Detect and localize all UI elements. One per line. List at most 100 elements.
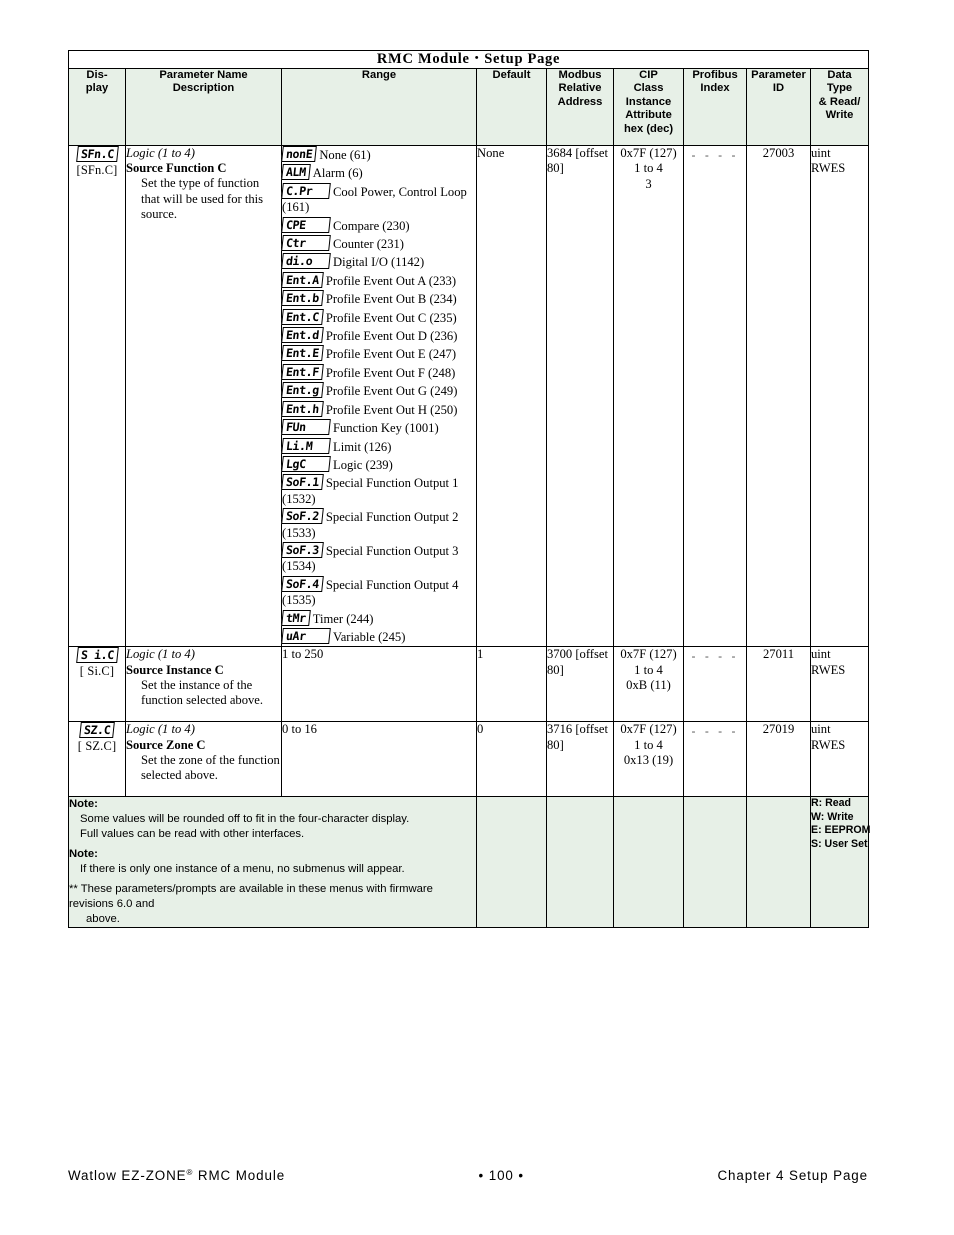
range-option-label: Function Key (1001) bbox=[333, 421, 439, 436]
title-separator-bullet-icon: • bbox=[474, 52, 480, 64]
header-line: Default bbox=[492, 69, 531, 81]
profibus-index: - - - - bbox=[691, 724, 739, 739]
seven-segment-display-icon: di.o bbox=[281, 253, 331, 270]
legend-read: R: Read bbox=[811, 797, 852, 810]
seven-segment-display-icon: C.Pr bbox=[281, 182, 331, 199]
page-title: RMC Module • Setup Page bbox=[67, 50, 870, 69]
cell-modbus: 3700 [offset 80] bbox=[546, 646, 614, 723]
seven-segment-display-icon: Ent.g bbox=[281, 382, 324, 399]
header-line: & Read/ bbox=[818, 95, 861, 108]
notes-spacer-cip bbox=[613, 796, 684, 929]
datatype-readwrite: RWES bbox=[811, 161, 846, 176]
datatype-type: uint bbox=[811, 146, 831, 160]
footnote-text: ** These parameters/prompts are availabl… bbox=[69, 883, 433, 911]
seven-segment-display-icon: Ent.h bbox=[281, 400, 324, 417]
cell-parameter-id: 27019 bbox=[746, 721, 811, 798]
seven-segment-display-icon: SFn.C bbox=[75, 146, 119, 162]
column-header-default: Default bbox=[476, 68, 547, 146]
cip-attribute: 3 bbox=[645, 176, 652, 191]
table-header-row: Dis- play Parameter Name Description Ran… bbox=[68, 68, 870, 146]
range-option-label: Alarm (6) bbox=[312, 166, 363, 181]
cell-range: 1 to 250 bbox=[281, 646, 477, 723]
seven-segment-display-icon: SoF.2 bbox=[281, 508, 324, 525]
list-item: SoF.1 Special Function Output 1 (1532) bbox=[281, 474, 476, 507]
modbus-address: 3684 bbox=[547, 146, 573, 160]
header-line: play bbox=[85, 82, 109, 95]
range-option-label: Profile Event Out D (236) bbox=[325, 329, 458, 344]
column-header-range: Range bbox=[281, 68, 477, 146]
column-header-parameter-id: Parameter ID bbox=[746, 68, 811, 146]
header-line: Instance bbox=[625, 95, 672, 108]
range-option-label: Profile Event Out E (247) bbox=[325, 347, 457, 362]
note-text: If there is only one instance of a menu,… bbox=[80, 863, 405, 876]
cell-parameter-description: Logic (1 to 4) Source Instance C Set the… bbox=[125, 646, 282, 723]
header-line: Dis- bbox=[86, 69, 108, 81]
cell-display: SFn.C [SFn.C] bbox=[68, 144, 126, 648]
profibus-index: - - - - bbox=[691, 148, 739, 162]
column-header-modbus: Modbus Relative Address bbox=[546, 68, 614, 146]
range-option-label: Profile Event Out C (235) bbox=[325, 310, 457, 325]
cip-instance: 1 to 4 bbox=[634, 737, 663, 752]
modbus-address: 3716 bbox=[547, 722, 573, 737]
note-text: Full values can be read with other inter… bbox=[80, 828, 305, 841]
range-option-label: Counter (231) bbox=[333, 237, 404, 252]
notes-row: Note: Some values will be rounded off to… bbox=[68, 796, 870, 929]
setup-page-table: RMC Module • Setup Page Dis- play Paramete… bbox=[67, 50, 870, 929]
list-item: LgC Logic (239) bbox=[281, 455, 476, 473]
footer-product-suffix: RMC Module bbox=[193, 1168, 286, 1183]
note-label: Note: bbox=[69, 848, 98, 861]
cell-display: S i.C [ Si.C] bbox=[68, 646, 126, 723]
list-item: Li.M Limit (126) bbox=[281, 437, 476, 455]
parameter-name: Source Instance C bbox=[126, 662, 224, 677]
cell-profibus: - - - - bbox=[683, 144, 747, 648]
notes-spacer-modbus bbox=[546, 796, 614, 929]
cell-range: nonE None (61) ALM Alarm (6) C.Pr Cool Powe… bbox=[281, 144, 477, 648]
cell-modbus: 3684 [offset 80] bbox=[546, 144, 614, 648]
header-line: Class bbox=[633, 82, 664, 95]
cell-profibus: - - - - bbox=[683, 646, 747, 723]
header-line: CIP bbox=[639, 69, 658, 81]
read-write-legend: R: Read W: Write E: EEPROM S: User Set bbox=[809, 796, 870, 929]
list-item: Ent.F Profile Event Out F (248) bbox=[281, 363, 476, 381]
list-item: Ent.d Profile Event Out D (236) bbox=[281, 327, 476, 344]
cip-attribute: 0x13 (19) bbox=[623, 753, 674, 768]
page-footer: Watlow EZ-ZONE® RMC Module • 100 • Chapt… bbox=[68, 1168, 868, 1183]
seven-segment-display-icon: S i.C bbox=[75, 647, 119, 664]
seven-segment-display-icon: Ent.b bbox=[281, 290, 324, 307]
list-item: C.Pr Cool Power, Control Loop (161) bbox=[281, 182, 476, 216]
datatype-readwrite: RWES bbox=[811, 662, 846, 677]
column-header-cip: CIP Class Instance Attribute hex (dec) bbox=[613, 68, 684, 146]
header-line: Description bbox=[172, 82, 235, 95]
cell-cip: 0x7F (127) 1 to 4 0x13 (19) bbox=[613, 721, 684, 798]
parameter-name: Source Function C bbox=[126, 161, 227, 176]
header-line: Profibus bbox=[692, 69, 738, 81]
display-alt-text: [SFn.C] bbox=[76, 163, 118, 177]
range-option-label: Compare (230) bbox=[333, 218, 410, 233]
list-item: SoF.2 Special Function Output 2 (1533) bbox=[281, 508, 476, 541]
note-2: Note: If there is only one instance of a… bbox=[69, 847, 476, 877]
spec-table-container: RMC Module • Setup Page Dis- play Paramete… bbox=[67, 50, 870, 929]
list-item: FUn Function Key (1001) bbox=[281, 419, 476, 436]
seven-segment-display-icon: FUn bbox=[281, 419, 331, 436]
parameter-description: Set the zone of the function selected ab… bbox=[141, 752, 280, 782]
cell-datatype: uint RWES bbox=[809, 646, 870, 723]
seven-segment-display-icon: Ent.A bbox=[281, 271, 324, 288]
notes-spacer-parameter-id bbox=[746, 796, 811, 929]
seven-segment-display-icon: Ent.C bbox=[281, 308, 324, 325]
seven-segment-display-icon: SoF.1 bbox=[281, 474, 324, 491]
list-item: SoF.4 Special Function Output 4 (1535) bbox=[281, 575, 476, 609]
parameter-name: Source Zone C bbox=[126, 737, 206, 752]
list-item: Ent.C Profile Event Out C (235) bbox=[281, 308, 476, 326]
range-option-label: Digital I/O (1142) bbox=[333, 255, 425, 270]
cell-parameter-description: Logic (1 to 4) Source Zone C Set the zon… bbox=[125, 721, 282, 798]
seven-segment-display-icon: SoF.4 bbox=[281, 575, 324, 592]
cell-datatype: uint RWES bbox=[809, 144, 870, 648]
cip-instance: 1 to 4 bbox=[634, 662, 663, 677]
list-item: di.o Digital I/O (1142) bbox=[281, 253, 476, 270]
cell-default: 1 bbox=[476, 646, 547, 723]
range-option-label: Timer (244) bbox=[312, 611, 374, 626]
legend-userset: S: User Set bbox=[811, 837, 868, 850]
title-left: RMC Module bbox=[376, 51, 470, 67]
header-line: Range bbox=[361, 69, 397, 81]
cell-parameter-id: 27011 bbox=[746, 646, 811, 723]
